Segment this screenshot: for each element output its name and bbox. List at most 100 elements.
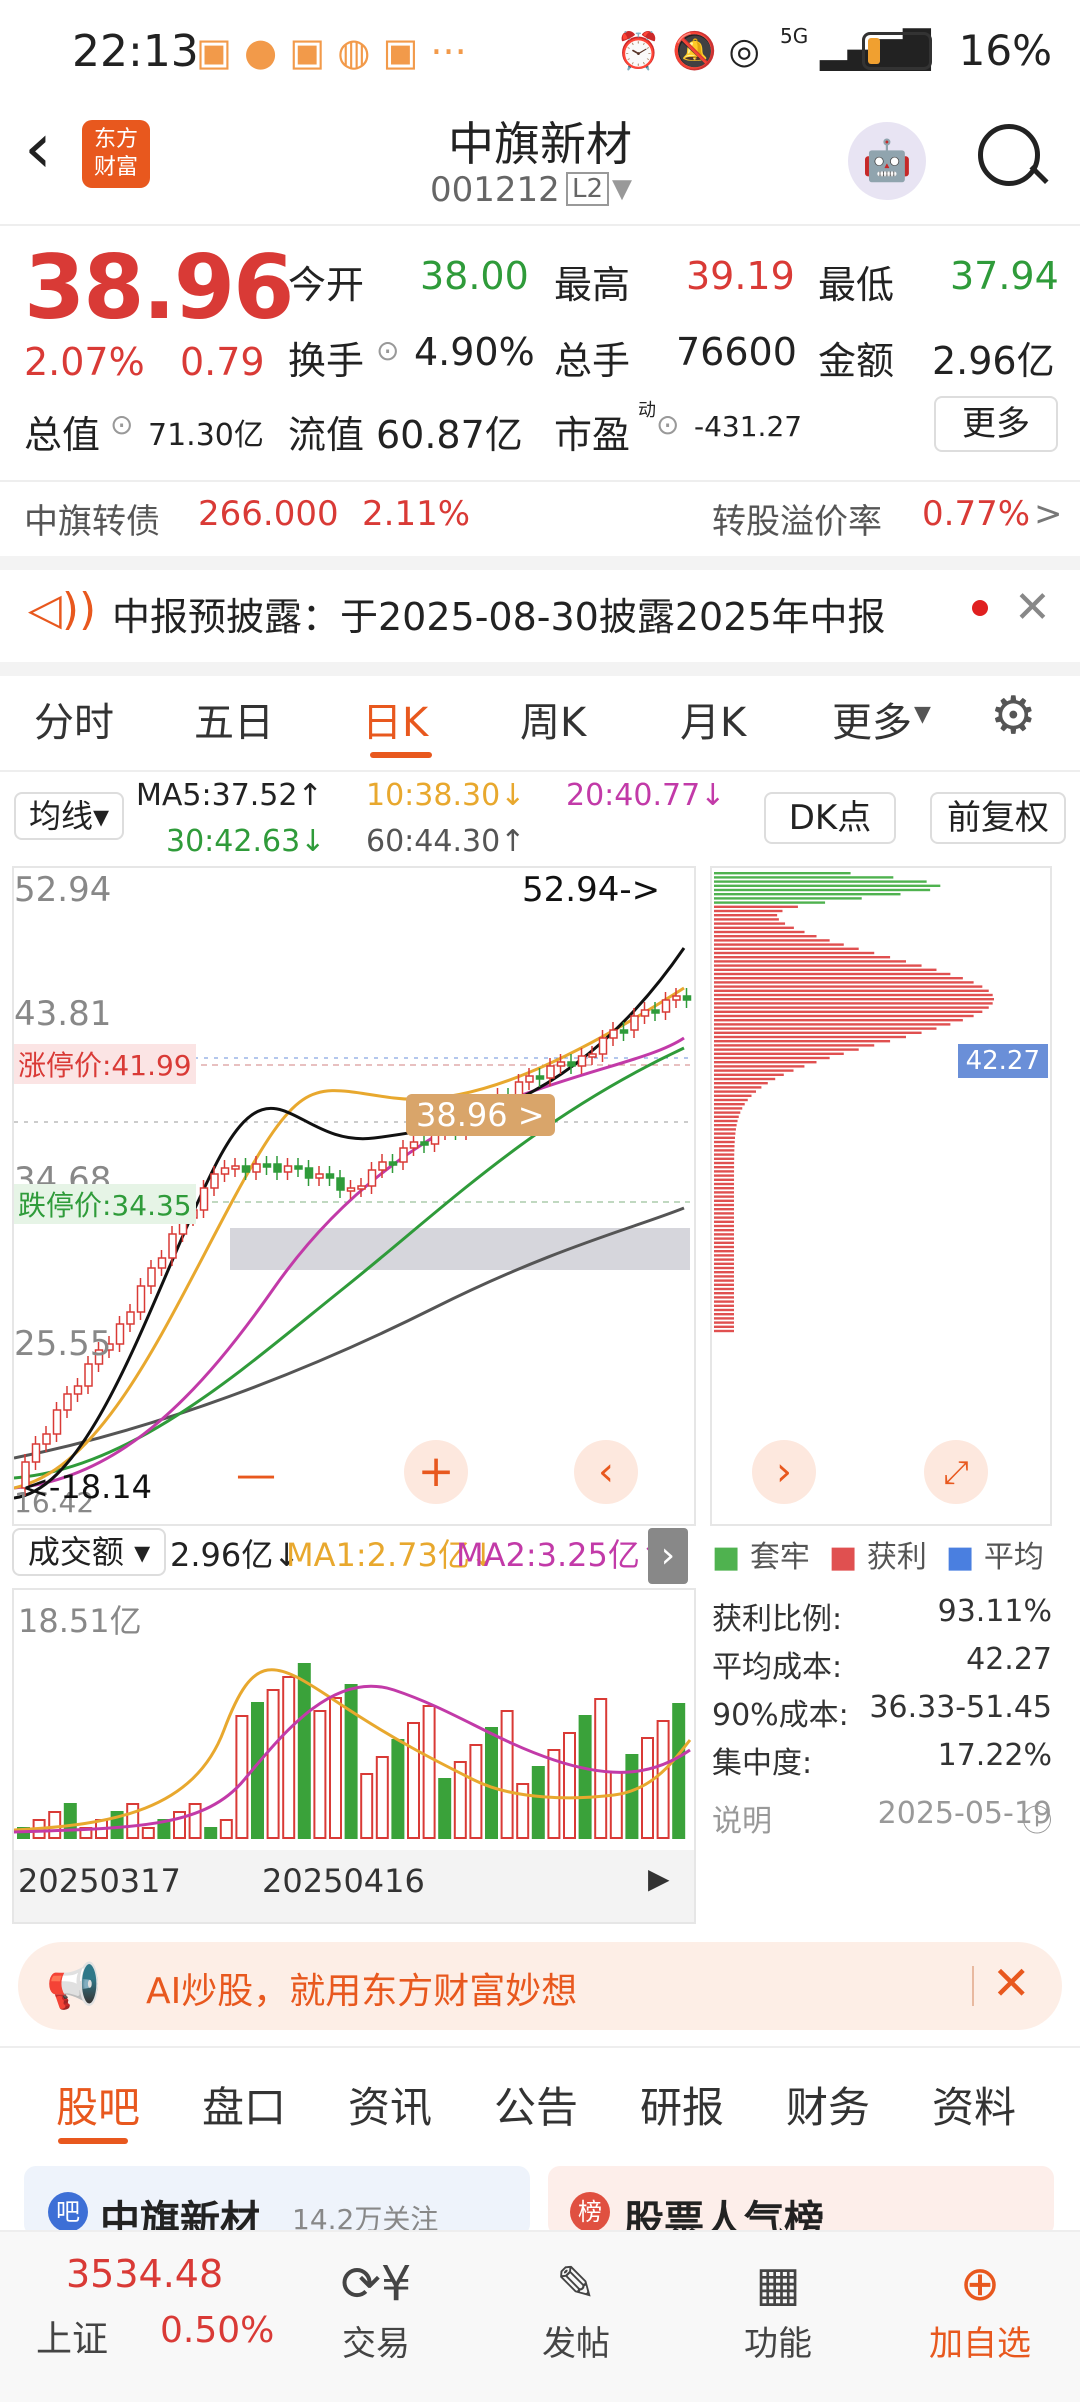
chip-bar: [714, 1308, 734, 1312]
tab-daily-k[interactable]: 日K: [362, 690, 428, 748]
chip-bar: [714, 1266, 734, 1270]
chip-bar: [714, 1111, 741, 1114]
chevron-right-icon[interactable]: >: [1034, 494, 1063, 534]
tab-more[interactable]: 更多: [832, 690, 912, 748]
current-price-tag[interactable]: 38.96 >: [406, 1094, 555, 1136]
volume-value: 2.96亿↓: [170, 1536, 301, 1574]
bond-name[interactable]: 中旗转债: [24, 494, 160, 543]
candle: [294, 1165, 303, 1170]
chip-bar: [714, 943, 844, 946]
chip-bar: [714, 1212, 735, 1215]
volume-chart[interactable]: 18.51亿 20250317 20250416 ▶: [12, 1588, 696, 1924]
tab-order-book[interactable]: 盘口: [202, 2074, 286, 2135]
note-text: 说明: [712, 1804, 772, 1839]
candle: [546, 1065, 555, 1079]
volume-bar: [63, 1803, 77, 1839]
chevron-down-icon[interactable]: ▼: [612, 174, 632, 204]
chip-bar: [714, 1149, 735, 1152]
search-icon[interactable]: [978, 124, 1040, 186]
divider: [0, 770, 1080, 772]
candle: [630, 1015, 639, 1031]
volume-selector[interactable]: 成交额 ▾: [12, 1528, 166, 1576]
candle: [231, 1165, 240, 1170]
nav-functions[interactable]: ▦ 功能: [708, 2256, 848, 2365]
candle: [640, 1009, 650, 1017]
settings-gear-icon[interactable]: ⚙: [990, 686, 1037, 746]
stock-forum-card[interactable]: 吧 中旗新材 14.2万关注: [24, 2166, 530, 2236]
tab-five-day[interactable]: 五日: [194, 690, 274, 748]
candle: [619, 1029, 629, 1034]
level-badge[interactable]: L2: [566, 172, 610, 206]
info-icon[interactable]: ⊙: [110, 408, 133, 441]
chip-bar: [714, 1061, 817, 1064]
chip-bar: [714, 1153, 735, 1156]
chip-bar: [714, 1035, 906, 1039]
dk-point-button[interactable]: DK点: [764, 792, 896, 844]
chip-bar: [714, 1245, 734, 1249]
volume-bar: [578, 1715, 592, 1839]
candle: [577, 1055, 587, 1067]
candle: [525, 1075, 534, 1083]
ad-banner[interactable]: 📢 AI炒股，就用东方财富妙想 ✕: [18, 1942, 1062, 2030]
candle: [367, 1169, 377, 1187]
nav-add-watchlist[interactable]: ⊕ 加自选: [910, 2256, 1050, 2365]
nav-trade[interactable]: ⟳¥ 交易: [306, 2256, 446, 2365]
legend-swatch: ■: [945, 1540, 975, 1575]
tab-research[interactable]: 研报: [640, 2074, 724, 2135]
volume-bar: [422, 1705, 436, 1839]
close-icon[interactable]: ✕: [1014, 582, 1051, 633]
tab-forum[interactable]: 股吧: [56, 2074, 140, 2135]
candle: [63, 1393, 72, 1411]
megaphone-icon: 📢: [46, 1961, 101, 2012]
zoom-in-button[interactable]: +: [404, 1440, 468, 1504]
date-label: 20250317: [18, 1862, 181, 1900]
ma-selector[interactable]: 均线▾: [14, 792, 124, 840]
card-title: 股票人气榜: [624, 2198, 824, 2236]
kline-chart[interactable]: 52.94 43.81 34.68 25.55 16.42 涨停价:41.99 …: [12, 866, 696, 1526]
candle: [378, 1161, 387, 1171]
expand-icon[interactable]: ⤢: [924, 1440, 988, 1504]
candle: [115, 1323, 125, 1345]
tab-news[interactable]: 资讯: [348, 2074, 432, 2135]
speaker-icon: ◁)): [28, 584, 97, 635]
chip-stat: 平均成本: 42.27: [712, 1642, 1052, 1686]
chip-bar: [714, 1128, 736, 1131]
info-icon[interactable]: ⊙: [656, 408, 679, 441]
nav-post[interactable]: ✎ 发帖: [506, 2256, 646, 2365]
chip-bar: [714, 1233, 734, 1236]
volume-bar: [313, 1710, 327, 1839]
close-icon[interactable]: ✕: [992, 1956, 1031, 2010]
fq-button[interactable]: 前复权: [930, 792, 1066, 844]
chip-bar: [714, 1048, 859, 1051]
chevron-left-icon[interactable]: ‹: [574, 1440, 638, 1504]
chip-bar: [714, 1090, 757, 1093]
tab-financials[interactable]: 财务: [786, 2074, 870, 2135]
tab-weekly-k[interactable]: 周K: [520, 690, 586, 748]
tab-profile[interactable]: 资料: [932, 2074, 1016, 2135]
chip-bar: [714, 1115, 739, 1118]
current-price: 38.96: [24, 236, 294, 339]
tab-announcements[interactable]: 公告: [494, 2074, 578, 2135]
chip-bar: [714, 872, 851, 875]
chip-bar: [714, 1279, 734, 1282]
chip-note[interactable]: 说明 ⓘ 2025-05-19: [712, 1796, 1052, 1840]
chip-bar: [714, 939, 830, 942]
chip-bar: [714, 905, 798, 908]
chevron-right-icon[interactable]: ›: [648, 1528, 688, 1584]
tab-intraday[interactable]: 分时: [34, 690, 114, 748]
chip-bar: [714, 1254, 734, 1257]
premium-label[interactable]: 转股溢价率: [712, 494, 882, 543]
notice-text[interactable]: 中报预披露：于2025-08-30披露2025年中报: [112, 586, 886, 641]
volume-bar: [188, 1803, 202, 1839]
chip-bar: [714, 1052, 844, 1055]
candle: [556, 1061, 566, 1067]
chevron-right-icon[interactable]: ›: [752, 1440, 816, 1504]
play-icon[interactable]: ▶: [648, 1862, 670, 1895]
robot-assistant-icon[interactable]: 🤖: [848, 122, 926, 200]
chip-bar: [714, 960, 906, 963]
more-button[interactable]: 更多: [934, 396, 1058, 452]
tab-monthly-k[interactable]: 月K: [680, 690, 746, 748]
popularity-card[interactable]: 榜 股票人气榜: [548, 2166, 1054, 2236]
zoom-out-button[interactable]: —: [236, 1452, 276, 1498]
info-icon[interactable]: ⊙: [376, 334, 399, 367]
